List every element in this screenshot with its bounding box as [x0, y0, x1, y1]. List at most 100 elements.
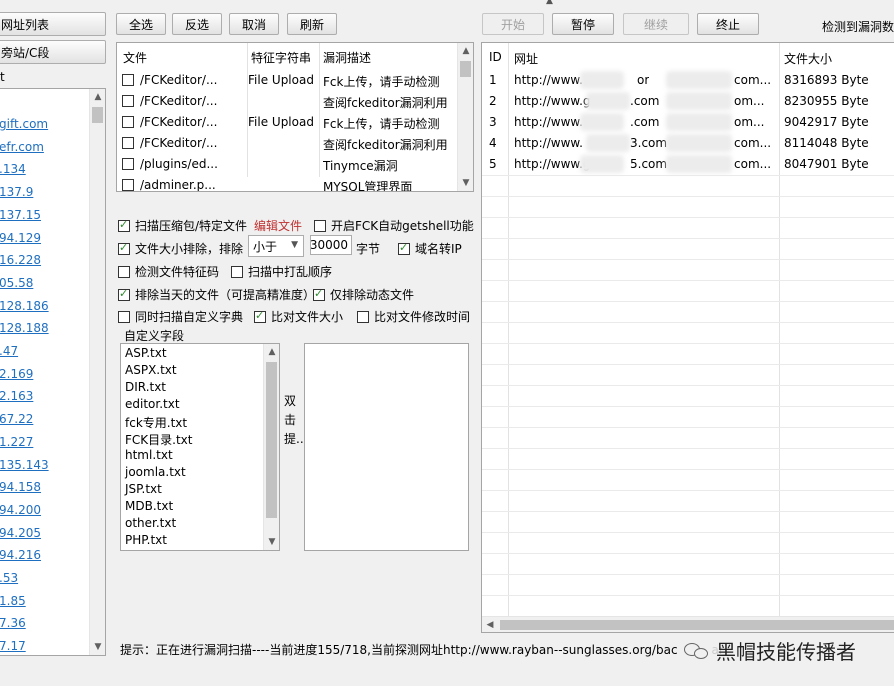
list-item[interactable]: html.txt [125, 448, 173, 462]
exclude-today-option[interactable]: 排除当天的文件（可提高精准度） [118, 286, 315, 303]
dict-selected-list[interactable] [304, 343, 469, 551]
size-exclude-option[interactable]: 文件大小排除，排除 [118, 240, 243, 257]
list-item[interactable]: other.txt [125, 516, 176, 530]
list-item[interactable]: joomla.txt [125, 465, 186, 479]
cancel-button[interactable]: 取消 [229, 13, 279, 35]
list-item[interactable]: 1.227 [0, 435, 33, 449]
list-item[interactable]: 7.36 [0, 616, 26, 630]
list-item[interactable]: .47 [0, 344, 18, 358]
vuln-header-desc[interactable]: 漏洞描述 [323, 49, 371, 66]
shuffle-checkbox[interactable] [231, 265, 243, 278]
list-item[interactable]: 94.129 [0, 231, 41, 245]
vuln-header-file[interactable]: 文件 [123, 49, 147, 66]
edit-file-link[interactable]: 编辑文件 [254, 217, 302, 234]
table-row[interactable]: /FCKeditor/... File Upload Fck上传，请手动检测 [117, 112, 457, 133]
list-item[interactable]: MDB.txt [125, 499, 173, 513]
table-row[interactable]: 2 http://www.g .com om... 8230955 Byte [482, 91, 894, 112]
invert-button[interactable]: 反选 [172, 13, 222, 35]
shuffle-option[interactable]: 扫描中打乱顺序 [231, 263, 332, 280]
list-item[interactable]: .134 [0, 162, 26, 176]
tab-url-list[interactable]: 网址列表 [0, 12, 106, 36]
table-row[interactable]: 4 http://www. 3.com com... 8114048 Byte [482, 133, 894, 154]
list-item[interactable]: 135.143 [0, 458, 49, 472]
custom-dict-checkbox[interactable] [118, 310, 130, 323]
compare-mtime-option[interactable]: 比对文件修改时间 [357, 308, 470, 325]
dynamic-only-checkbox[interactable] [313, 287, 325, 301]
row-checkbox[interactable] [122, 179, 134, 191]
list-item[interactable]: efr.com [0, 140, 44, 154]
table-row[interactable]: /FCKeditor/... 查阅fckeditor漏洞利用 [117, 91, 457, 112]
start-button[interactable]: 开始 [482, 13, 544, 35]
list-item[interactable]: 128.186 [0, 299, 49, 313]
row-checkbox[interactable] [122, 116, 134, 128]
select-all-button[interactable]: 全选 [116, 13, 166, 35]
tab-side-c[interactable]: 旁站/C段 [0, 40, 106, 64]
results-header-id[interactable]: ID [489, 50, 502, 64]
list-item[interactable]: 128.188 [0, 321, 49, 335]
scroll-down-icon[interactable]: ▼ [458, 175, 473, 191]
list-item[interactable]: ASP.txt [125, 346, 167, 360]
table-row[interactable]: 5 http://www.g 5.com com... 8047901 Byte [482, 154, 894, 175]
list-item[interactable]: JSP.txt [125, 482, 162, 496]
list-item[interactable]: DIR.txt [125, 380, 166, 394]
table-row[interactable]: /FCKeditor/... 查阅fckeditor漏洞利用 [117, 133, 457, 154]
list-item[interactable]: 05.58 [0, 276, 33, 290]
scan-archive-checkbox[interactable] [118, 218, 130, 232]
scroll-down-icon[interactable]: ▼ [90, 639, 105, 655]
table-row[interactable]: /adminer.p... MYSQL管理界面 [117, 175, 457, 191]
check-signature-option[interactable]: 检测文件特征码 [118, 263, 219, 280]
scroll-thumb[interactable] [266, 362, 277, 518]
list-item[interactable]: 94.216 [0, 548, 41, 562]
custom-dict-option[interactable]: 同时扫描自定义字典 [118, 308, 243, 325]
list-item[interactable]: 137.15 [0, 208, 41, 222]
vuln-table[interactable]: 文件 特征字符串 漏洞描述 /FCKeditor/... File Upload F… [116, 42, 474, 192]
scroll-left-icon[interactable]: ◀ [482, 617, 498, 632]
size-exclude-checkbox[interactable] [118, 241, 130, 255]
list-item[interactable]: 2.169 [0, 367, 33, 381]
list-item[interactable]: FCK目录.txt [125, 431, 192, 448]
exclude-today-checkbox[interactable] [118, 287, 130, 301]
row-checkbox[interactable] [122, 95, 134, 107]
scroll-down-icon[interactable]: ▼ [264, 534, 279, 550]
vuln-table-vscroll[interactable]: ▲ ▼ [457, 43, 473, 191]
size-value-input[interactable]: 30000 [310, 235, 352, 255]
scan-archive-option[interactable]: 扫描压缩包/特定文件 [118, 217, 247, 234]
list-item[interactable]: 16.228 [0, 253, 41, 267]
table-row[interactable]: 1 http://www. or com... 8316893 Byte [482, 70, 894, 91]
list-item[interactable]: 94.200 [0, 503, 41, 517]
dict-list-vscroll[interactable]: ▲ ▼ [263, 344, 279, 550]
list-item[interactable]: PHP.txt [125, 533, 167, 547]
compare-mtime-checkbox[interactable] [357, 310, 369, 323]
dict-list[interactable]: ASP.txt ASPX.txt DIR.txt editor.txt fck专用.tx… [120, 343, 280, 551]
results-table[interactable]: ID 网址 文件大小 1 http://www. or com... 8316893 B… [481, 42, 894, 633]
url-list-scrollbar[interactable]: ▲ ▼ [89, 89, 105, 655]
row-checkbox[interactable] [122, 74, 134, 86]
domain-to-ip-option[interactable]: 域名转IP [398, 240, 462, 257]
list-item[interactable]: .53 [0, 571, 18, 585]
list-item[interactable]: 137.9 [0, 185, 33, 199]
compare-size-checkbox[interactable] [254, 309, 266, 323]
list-item[interactable]: editor.txt [125, 397, 180, 411]
list-item[interactable]: ASPX.txt [125, 363, 177, 377]
table-row[interactable]: /plugins/ed... Tinymce漏洞 [117, 154, 457, 175]
dynamic-only-option[interactable]: 仅排除动态文件 [313, 286, 414, 303]
results-hscroll[interactable]: ◀ [482, 616, 894, 632]
list-item[interactable]: fck专用.txt [125, 414, 187, 431]
continue-button[interactable]: 继续 [623, 13, 689, 35]
list-item[interactable]: 2.163 [0, 389, 33, 403]
scroll-thumb[interactable] [460, 61, 471, 77]
compare-size-option[interactable]: 比对文件大小 [254, 308, 343, 325]
row-checkbox[interactable] [122, 137, 134, 149]
scroll-thumb[interactable] [500, 620, 894, 630]
table-row[interactable]: /FCKeditor/... File Upload Fck上传，请手动检测 [117, 70, 457, 91]
pause-button[interactable]: 暂停 [552, 13, 614, 35]
url-list[interactable]: gift.com efr.com .134 137.9 137.15 94.129 16.2… [0, 88, 106, 656]
row-checkbox[interactable] [122, 158, 134, 170]
results-header-size[interactable]: 文件大小 [784, 50, 832, 67]
check-signature-checkbox[interactable] [118, 265, 130, 278]
vuln-header-signature[interactable]: 特征字符串 [251, 49, 311, 66]
list-item[interactable]: 94.205 [0, 526, 41, 540]
list-item[interactable]: 67.22 [0, 412, 33, 426]
results-header-url[interactable]: 网址 [514, 50, 538, 67]
domain-to-ip-checkbox[interactable] [398, 241, 410, 255]
